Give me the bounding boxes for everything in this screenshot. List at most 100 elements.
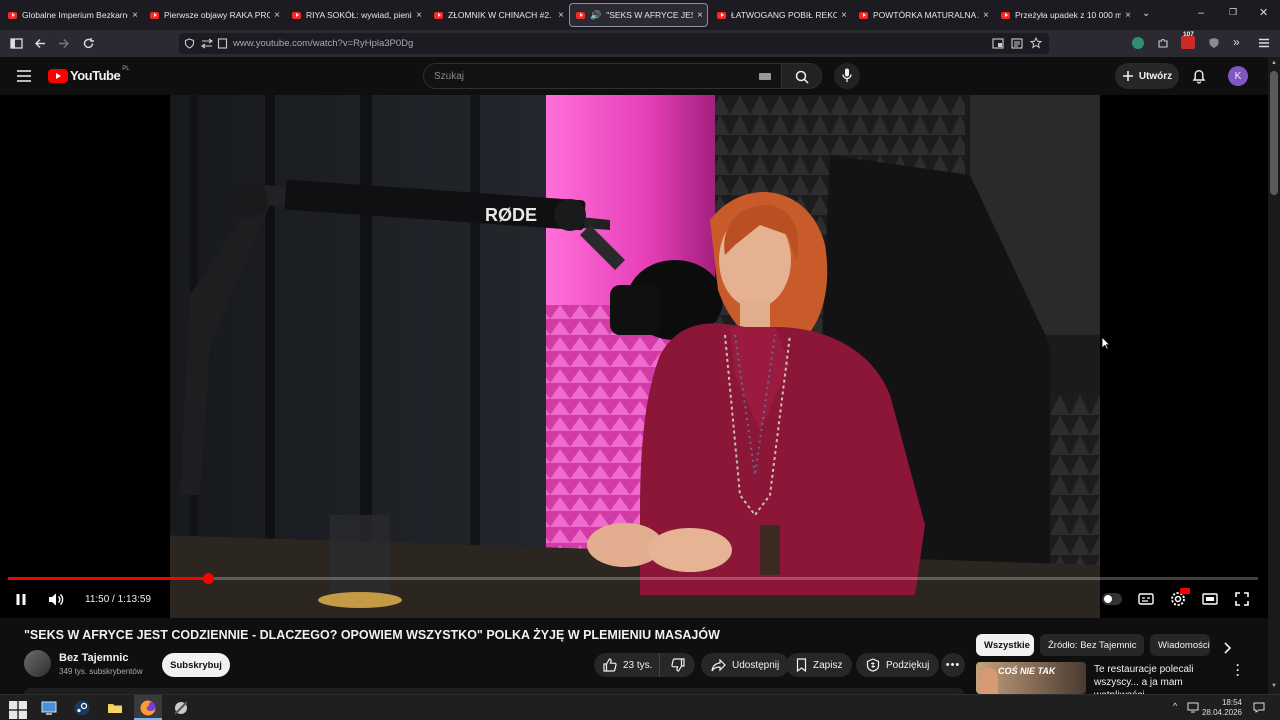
channel-avatar[interactable] [24, 650, 51, 677]
dislike-button[interactable] [660, 653, 695, 677]
app-satellite-icon[interactable] [172, 699, 190, 717]
extensions-puzzle-icon[interactable] [1157, 37, 1169, 49]
browser-tab[interactable]: Pierwsze objawy RAKA PROST× [150, 3, 280, 27]
close-tab-icon[interactable]: × [697, 10, 703, 21]
chip-source-channel[interactable]: Źródło: Bez Tajemnic [1040, 634, 1144, 656]
progress-fill [8, 577, 208, 580]
close-tab-icon[interactable]: × [132, 10, 138, 21]
video-player[interactable]: RØDE 11:50 / 1:13:59 [0, 95, 1268, 618]
recommendation-menu-icon[interactable]: · · · [1236, 659, 1240, 681]
channel-name[interactable]: Bez Tajemnic [59, 652, 129, 664]
keyboard-icon[interactable] [759, 73, 771, 80]
minimize-icon[interactable]: – [1198, 7, 1204, 19]
file-explorer-icon[interactable] [106, 699, 124, 717]
close-tab-icon[interactable]: × [558, 10, 564, 21]
browser-tab-active[interactable]: 🔊"SEKS W AFRYCE JEST CO× [569, 3, 708, 27]
forward-arrow-icon[interactable] [57, 37, 70, 50]
chip-news[interactable]: Wiadomości [1150, 634, 1210, 656]
like-dislike-group: 23 tys. [594, 653, 695, 677]
subscribe-button[interactable]: Subskrybuj [162, 653, 230, 677]
url-text[interactable]: www.youtube.com/watch?v=RyHpla3P0Dg [233, 38, 413, 49]
close-tab-icon[interactable]: × [416, 10, 422, 21]
close-tab-icon[interactable]: × [1125, 10, 1131, 21]
computer-icon[interactable] [40, 699, 58, 717]
tab-list-chevron-icon[interactable]: ⌄ [1142, 8, 1150, 19]
back-arrow-icon[interactable] [34, 37, 47, 50]
youtube-header: YouTube PL Szukaj Utwórz K [0, 57, 1268, 95]
video-frame[interactable]: RØDE [170, 95, 1100, 618]
browser-tab[interactable]: Globalne Imperium Bezkarno × [8, 3, 138, 27]
progress-bar[interactable] [8, 573, 1258, 584]
steam-icon[interactable] [73, 699, 91, 717]
taskbar-clock[interactable]: 18:54 28.04.2026 [1198, 698, 1242, 718]
picture-in-picture-icon[interactable] [992, 38, 1004, 49]
autoplay-toggle-knob [1104, 595, 1112, 603]
close-tab-icon[interactable]: × [983, 10, 989, 21]
voice-search-button[interactable] [834, 63, 860, 89]
scroll-down-arrow-icon[interactable]: ▼ [1271, 683, 1277, 689]
windows-start-icon[interactable] [9, 701, 27, 719]
page-icon [217, 38, 228, 49]
shield-icon[interactable] [184, 38, 195, 49]
permissions-icon[interactable] [201, 38, 213, 49]
recommendation-thumbnail[interactable]: COŚ NIE TAK [976, 662, 1086, 694]
create-button[interactable]: Utwórz [1115, 63, 1179, 89]
menu-hamburger-icon[interactable] [1258, 37, 1270, 49]
save-button[interactable]: Zapisz [786, 653, 853, 677]
account-avatar[interactable]: K [1228, 66, 1248, 86]
overflow-chevrons-icon[interactable]: » [1233, 35, 1240, 49]
browser-tab[interactable]: ZŁOMNIK W CHINACH #2. LU × [434, 3, 564, 27]
shield-extension-icon[interactable] [1208, 37, 1220, 49]
youtube-favicon-icon [434, 11, 443, 19]
chevron-right-icon[interactable] [1223, 642, 1231, 654]
more-actions-button[interactable]: ••• [941, 653, 965, 677]
progress-scrubber[interactable] [203, 573, 214, 584]
time-display: 11:50 / 1:13:59 [85, 594, 151, 605]
pause-icon[interactable] [15, 593, 27, 606]
youtube-logo[interactable]: YouTube PL [48, 66, 130, 83]
subtitles-icon[interactable] [1138, 593, 1154, 605]
browser-tab[interactable]: Przeżyła upadek z 10 000 me × [1001, 3, 1131, 27]
firefox-taskbar-button[interactable] [134, 695, 162, 720]
browser-tab[interactable]: POWTÓRKA MATURALNA Z K× [859, 3, 989, 27]
autoplay-toggle[interactable] [1102, 593, 1122, 605]
speaker-icon[interactable]: 🔊 [590, 10, 601, 21]
search-input[interactable]: Szukaj [423, 63, 782, 89]
tray-chevron-icon[interactable]: ^ [1173, 701, 1177, 711]
fullscreen-icon[interactable] [1235, 592, 1249, 606]
browser-nav-bar: www.youtube.com/watch?v=RyHpla3P0Dg 107 … [0, 30, 1280, 57]
browser-tab[interactable]: ŁATWOGANG POBIŁ REKORD× [717, 3, 847, 27]
search-button[interactable] [782, 63, 822, 89]
reload-icon[interactable] [82, 37, 95, 50]
thanks-button[interactable]: Podziękuj [856, 653, 940, 677]
reader-view-icon[interactable] [1011, 38, 1023, 49]
url-bar[interactable]: www.youtube.com/watch?v=RyHpla3P0Dg [179, 33, 1049, 54]
youtube-favicon-icon [1001, 11, 1010, 19]
scrollbar-thumb[interactable] [1270, 71, 1278, 195]
theater-mode-icon[interactable] [1202, 593, 1218, 605]
youtube-favicon-icon [859, 11, 868, 19]
share-button[interactable]: Udostępnij [701, 653, 790, 677]
guide-menu-icon[interactable] [17, 70, 31, 82]
page-scrollbar[interactable]: ▲ ▼ [1268, 57, 1280, 694]
volume-icon[interactable] [48, 592, 64, 607]
bookmark-star-icon[interactable] [1030, 37, 1042, 49]
youtube-favicon-icon [150, 11, 159, 19]
browser-tab-bar: Globalne Imperium Bezkarno × Pierwsze obj… [0, 0, 1280, 30]
window-close-icon[interactable]: ✕ [1259, 6, 1268, 19]
sidebar-icon[interactable] [10, 37, 23, 50]
windows-taskbar: ^ 18:54 28.04.2026 [0, 694, 1280, 720]
close-tab-icon[interactable]: × [274, 10, 280, 21]
more-dots-icon: ••• [945, 659, 961, 671]
notifications-bell-icon[interactable] [1192, 68, 1206, 84]
scroll-up-arrow-icon[interactable]: ▲ [1271, 60, 1277, 66]
maximize-icon[interactable]: ❐ [1229, 7, 1237, 18]
hd-badge [1180, 588, 1190, 594]
search-icon [795, 70, 809, 84]
like-button[interactable]: 23 tys. [594, 653, 660, 677]
notification-center-icon[interactable] [1253, 702, 1265, 713]
close-tab-icon[interactable]: × [841, 10, 847, 21]
extension-globe-icon[interactable] [1132, 37, 1144, 49]
browser-tab[interactable]: RIYA SOKÓŁ: wywiad, pieniąd × [292, 3, 422, 27]
chip-all[interactable]: Wszystkie [976, 634, 1034, 656]
